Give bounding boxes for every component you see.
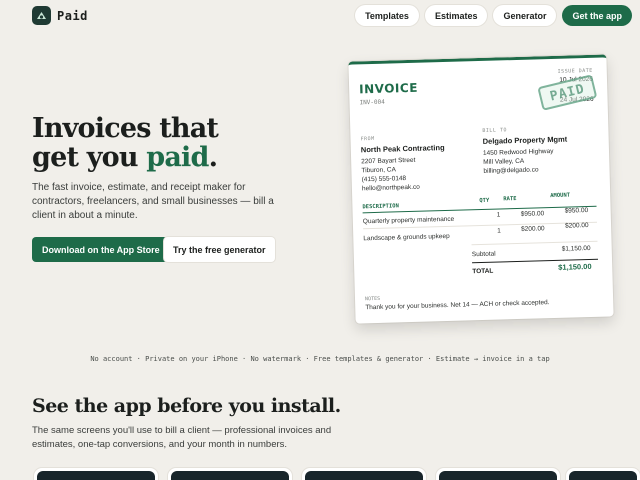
col-qty: QTY <box>479 197 490 205</box>
paid-logo-icon <box>32 6 51 25</box>
top-nav: Paid Templates Estimates Generator Get t… <box>0 0 640 31</box>
notes-label: NOTES <box>364 295 381 303</box>
invoice-number: INV-004 <box>359 98 385 107</box>
invoice-card: INVOICE INV-004 ISSUE DATE 10 Jul 2026 2… <box>348 54 614 324</box>
col-amount: AMOUNT <box>550 192 571 200</box>
brand-name: Paid <box>57 8 88 23</box>
total-value: $1,150.00 <box>558 261 592 272</box>
invoice-title: INVOICE <box>358 80 419 97</box>
paid-stamp: PAID <box>537 74 598 111</box>
item-1-amount: $950.00 <box>564 207 589 215</box>
get-app-button[interactable]: Get the app <box>562 5 632 26</box>
hero-title-suffix: . <box>208 142 218 173</box>
bill-to-name: Delgado Property Mgmt <box>482 134 568 146</box>
feature-tagline: No account · Private on your iPhone · No… <box>90 355 550 363</box>
item-2-description: Landscape & grounds upkeep <box>363 232 450 243</box>
nav-link-templates[interactable]: Templates <box>355 5 419 26</box>
bill-to-label: BILL TO <box>482 127 508 134</box>
issue-date-label: ISSUE DATE <box>557 67 593 75</box>
notes-text: Thank you for your business. Net 14 — AC… <box>365 299 550 312</box>
hero-subtitle: The fast invoice, estimate, and receipt … <box>32 182 274 221</box>
subtotal-value: $1,150.00 <box>561 244 591 253</box>
section-title: See the app before you install. <box>32 395 341 417</box>
item-1-qty: 1 <box>496 211 501 219</box>
free-generator-button[interactable]: Try the free generator <box>164 237 275 262</box>
app-store-download-button[interactable]: Download on the App Store <box>32 237 170 262</box>
item-2-amount: $200.00 <box>564 222 589 230</box>
item-1-rate: $950.00 <box>520 210 545 218</box>
nav-link-estimates[interactable]: Estimates <box>424 5 488 26</box>
app-screenshot <box>436 468 560 480</box>
hero-title-prefix: get you <box>32 142 147 173</box>
app-screenshot <box>302 468 426 480</box>
from-label: FROM <box>360 135 375 143</box>
total-label: TOTAL <box>472 267 494 276</box>
hero-title-line1: Invoices that <box>32 113 219 144</box>
item-1-description: Quarterly property maintenance <box>362 215 455 226</box>
hero-title: Invoices that get you paid. <box>32 113 219 173</box>
col-rate: RATE <box>503 196 517 203</box>
bill-to-email: billing@delgado.co <box>483 166 539 175</box>
app-screenshots-row <box>32 468 640 480</box>
app-screenshot <box>566 468 640 480</box>
item-2-qty: 1 <box>497 227 501 235</box>
subtotal-label: Subtotal <box>471 250 496 259</box>
app-screenshot <box>168 468 292 480</box>
hero-title-accent: paid <box>146 142 209 173</box>
app-screenshot <box>34 468 158 480</box>
col-description: DESCRIPTION <box>362 203 399 211</box>
from-email: hello@northpeak.co <box>361 183 420 193</box>
brand-logo-link[interactable]: Paid <box>32 6 88 25</box>
invoice-preview: INVOICE INV-004 ISSUE DATE 10 Jul 2026 2… <box>348 54 614 324</box>
from-name: North Peak Contracting <box>360 143 445 155</box>
nav-link-generator[interactable]: Generator <box>493 5 557 26</box>
section-subtitle: The same screens you'll use to bill a cl… <box>32 425 332 450</box>
item-2-rate: $200.00 <box>521 225 545 233</box>
